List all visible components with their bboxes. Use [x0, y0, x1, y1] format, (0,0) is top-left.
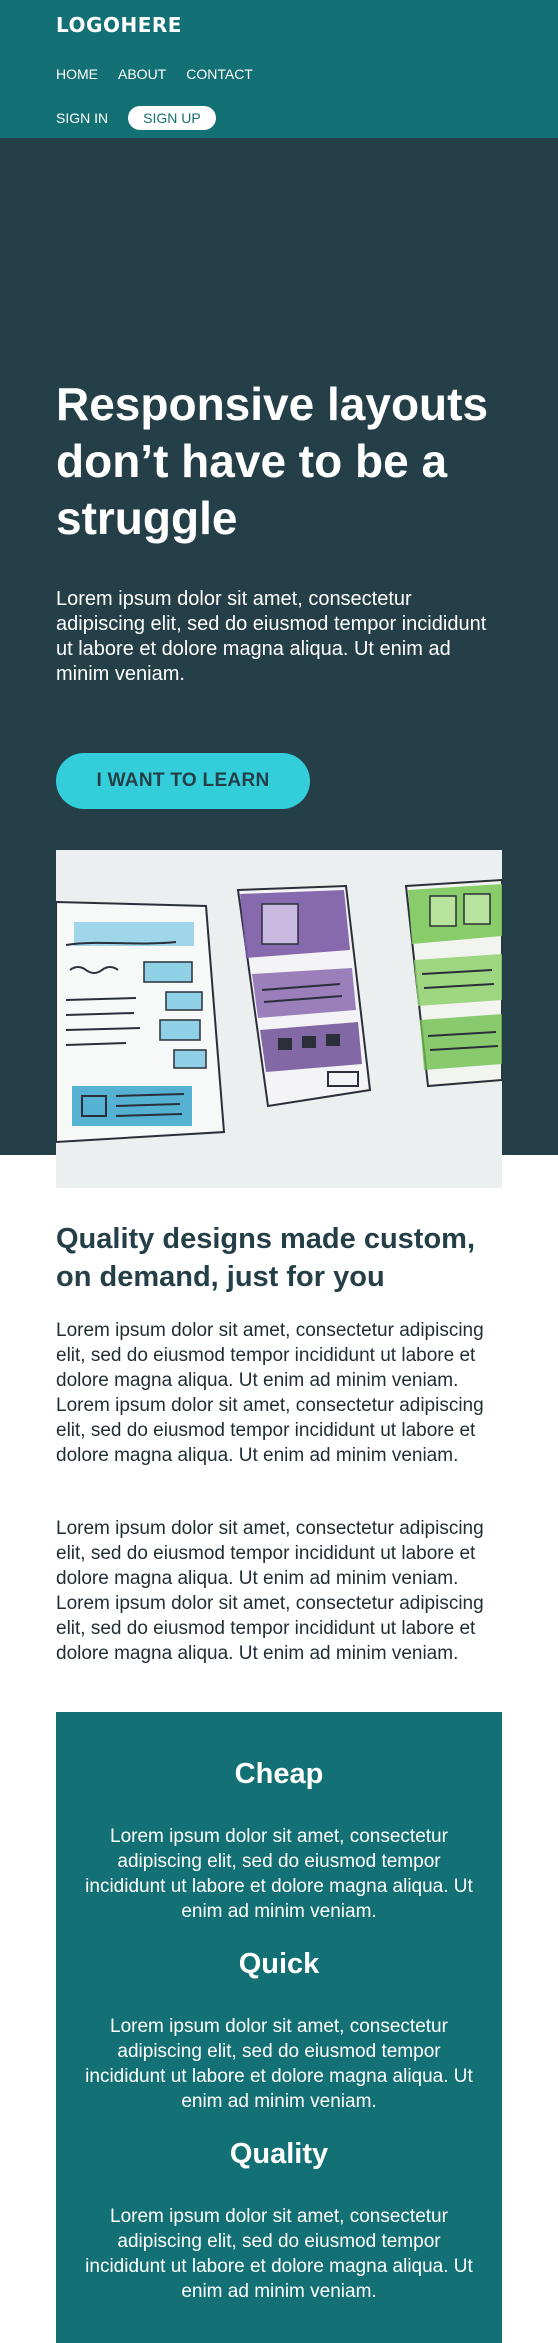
feature-text-cheap: Lorem ipsum dolor sit amet, consectetur …: [85, 1826, 473, 1922]
nav-about-link[interactable]: ABOUT: [118, 66, 166, 82]
hero-image: [56, 850, 502, 1188]
sign-in-link[interactable]: SIGN IN: [56, 110, 108, 126]
content-paragraph: Lorem ipsum dolor sit amet, consectetur …: [56, 1518, 484, 1664]
hero-title: Responsive layouts don’t have to be a st…: [56, 378, 489, 544]
wireframe-sketches-illustration: [56, 850, 502, 1188]
site-header: LOGOHERE HOME ABOUT CONTACT SIGN IN SIGN…: [0, 0, 558, 138]
sign-up-button[interactable]: SIGN UP: [128, 106, 216, 130]
hero-section: Responsive layouts don’t have to be a st…: [0, 138, 558, 1188]
nav-contact-link[interactable]: CONTACT: [186, 66, 253, 82]
feature-title-cheap: Cheap: [234, 1758, 324, 1790]
features-panel: Cheap Lorem ipsum dolor sit amet, consec…: [56, 1712, 502, 2343]
content-paragraph: Lorem ipsum dolor sit amet, consectetur …: [56, 1320, 484, 1466]
feature-title-quality: Quality: [229, 2138, 329, 2170]
learn-button[interactable]: I WANT TO LEARN: [56, 753, 310, 809]
feature-text-quick: Lorem ipsum dolor sit amet, consectetur …: [85, 2016, 473, 2112]
feature-title-quick: Quick: [238, 1948, 320, 1980]
feature-text-quality: Lorem ipsum dolor sit amet, consectetur …: [85, 2206, 473, 2302]
main-nav: HOME ABOUT CONTACT: [56, 66, 253, 82]
logo[interactable]: LOGOHERE: [56, 13, 182, 37]
content-title: Quality designs made custom, on demand, …: [56, 1223, 475, 1293]
nav-home-link[interactable]: HOME: [56, 66, 98, 82]
hero-text: Lorem ipsum dolor sit amet, consectetur …: [56, 588, 487, 685]
user-nav: SIGN IN SIGN UP: [56, 106, 216, 130]
